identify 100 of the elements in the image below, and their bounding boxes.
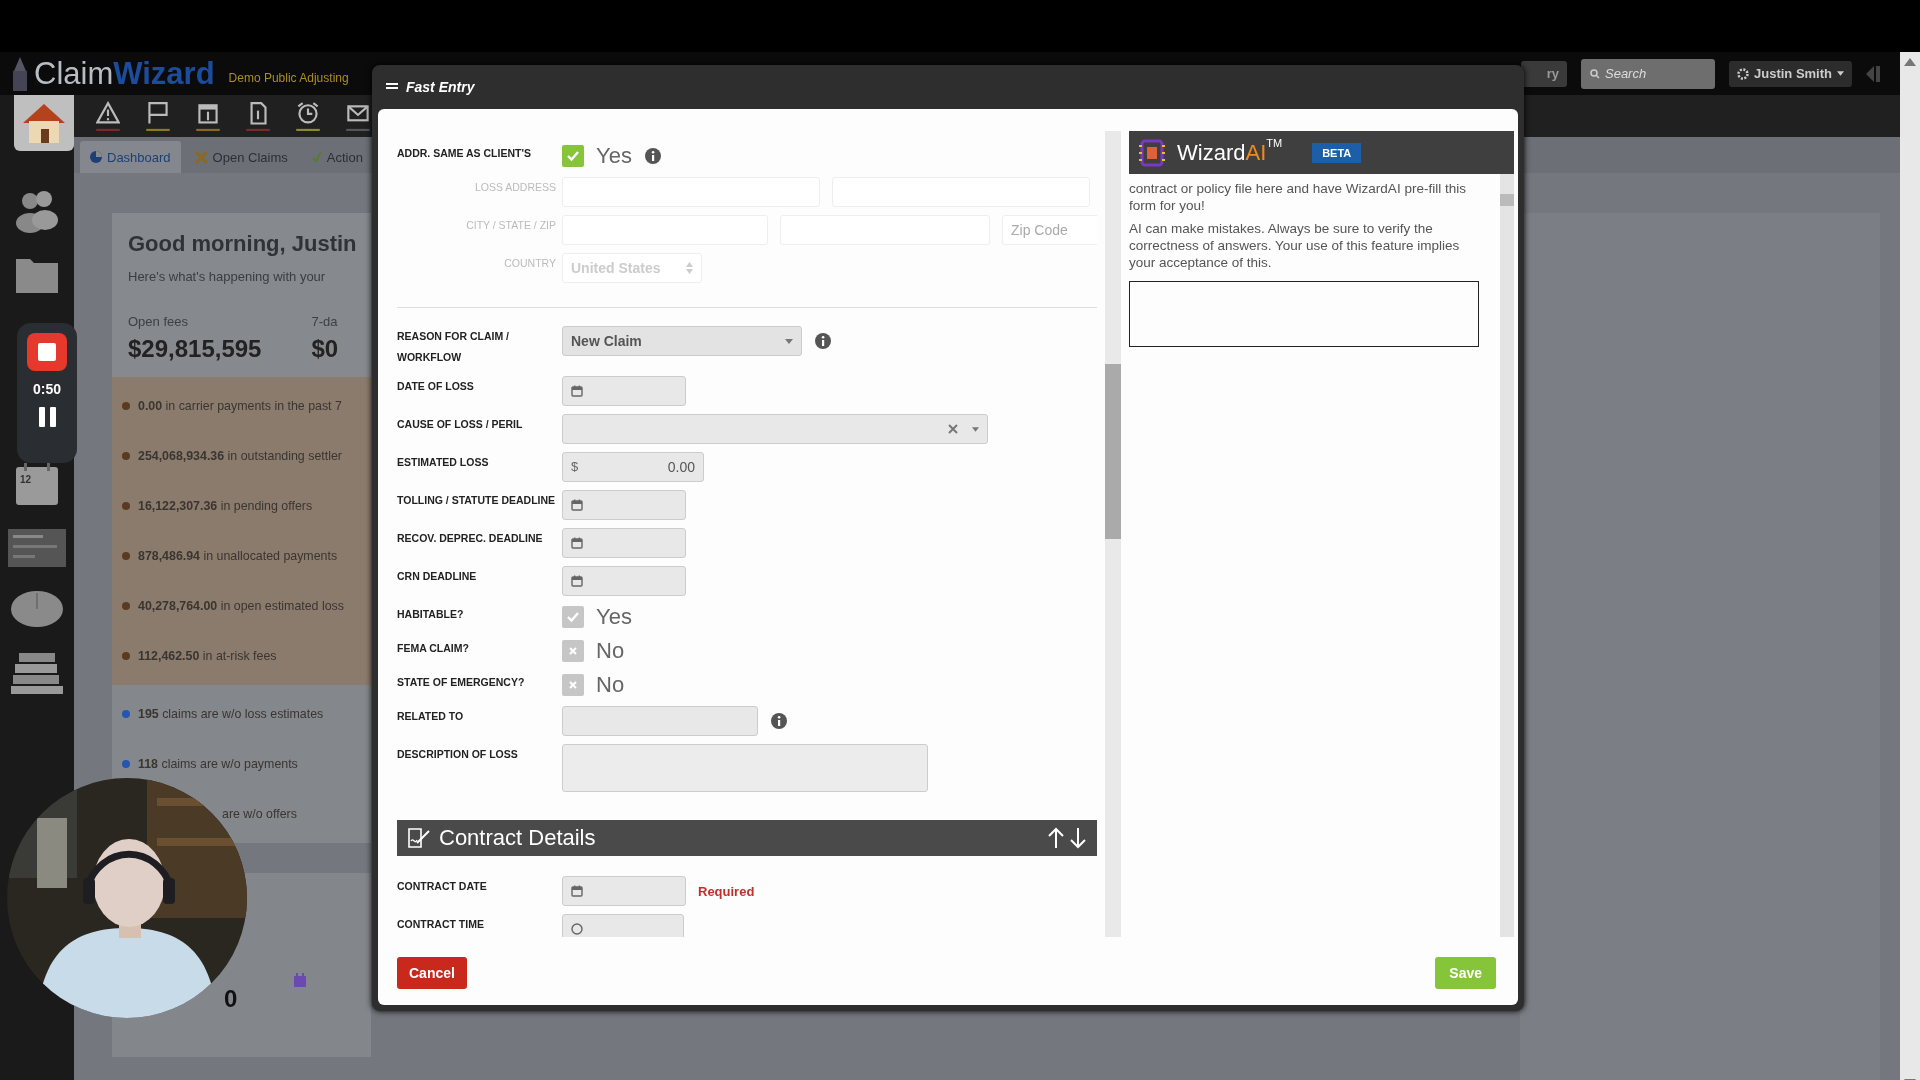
cross-icon <box>568 680 578 690</box>
search-field[interactable]: Search <box>1581 58 1715 89</box>
alert-text[interactable]: 878,486.94 in unallocated payments <box>138 549 338 563</box>
field-label: ADDR. SAME AS CLIENT'S <box>397 146 532 161</box>
alert-text[interactable]: 118 claims are w/o payments <box>138 757 298 771</box>
caret-icon <box>972 426 979 432</box>
alert-text[interactable]: 195 claims are w/o loss estimates <box>138 707 324 721</box>
gear-icon <box>1737 67 1749 80</box>
alert-text[interactable]: 16,122,307.36 in pending offers <box>138 499 313 513</box>
wizard-ai-title: WizardAI <box>1177 139 1267 166</box>
pause-button[interactable] <box>38 407 56 427</box>
warning-icon[interactable] <box>96 101 120 131</box>
company-name: Demo Public Adjusting <box>228 70 349 85</box>
reason-select[interactable]: New Claim <box>562 326 802 356</box>
calendar-icon <box>571 885 583 897</box>
field-label: TOLLING / STATUTE DEADLINE <box>397 493 557 508</box>
search-icon <box>1590 68 1600 79</box>
chip-icon <box>1139 137 1165 168</box>
calendar-icon[interactable] <box>196 101 220 131</box>
field-label: CONTRACT DATE <box>397 879 488 894</box>
tab[interactable]: Action <box>301 141 373 173</box>
alert-text[interactable]: 254,068,934.36 in outstanding settler <box>138 449 342 463</box>
checkbox[interactable] <box>562 145 584 167</box>
document-icon[interactable] <box>246 101 270 131</box>
scroll-up-icon[interactable] <box>1904 58 1916 66</box>
panel-text: AI can make mistakes. Always be sure to verify the correctness of answers. Your use of this feature implies your acceptance of this. <box>1129 220 1461 271</box>
related-to-field[interactable] <box>562 706 758 736</box>
date-field[interactable] <box>562 528 686 558</box>
checkbox-label: No <box>596 638 625 664</box>
checkbox-label: No <box>596 672 625 698</box>
calendar-icon <box>571 385 583 397</box>
tab[interactable]: Open Claims <box>184 141 298 173</box>
alert-text[interactable]: 112,462.50 in at-risk fees <box>138 649 277 663</box>
home-tile[interactable] <box>14 95 74 151</box>
info-icon[interactable] <box>814 332 832 350</box>
dialog-title: Fast Entry <box>406 79 475 95</box>
section-title: Contract Details <box>439 825 596 851</box>
flag-icon[interactable] <box>146 101 170 131</box>
panel-text: contract or policy file here and have WizardAI pre-fill this form for you! <box>1129 180 1467 214</box>
error-message: Required <box>698 883 755 899</box>
calendar-icon <box>293 973 308 987</box>
field-label: ESTIMATED LOSS <box>397 455 490 470</box>
field-label: REASON FOR CLAIM / WORKFLOW <box>397 329 510 365</box>
greeting-title: Good morning, Justin <box>128 231 358 257</box>
description-field[interactable] <box>562 744 928 792</box>
field-label: CONTRACT TIME <box>397 917 485 932</box>
alert-text[interactable]: 40,278,764.00 in open estimated loss <box>138 599 344 613</box>
books-icon[interactable] <box>9 651 65 695</box>
house-icon <box>21 101 67 145</box>
collapse-icon[interactable] <box>1866 65 1880 82</box>
caret-icon <box>1837 71 1844 76</box>
updown-icon <box>686 262 693 274</box>
field-label: HABITABLE? <box>397 607 465 622</box>
clock-icon <box>571 923 583 935</box>
stat-label: Open fees <box>128 314 189 329</box>
info-icon[interactable] <box>643 147 662 165</box>
form-scrollbar[interactable] <box>1105 131 1121 937</box>
alarm-clock-icon[interactable] <box>296 101 320 131</box>
beta-badge: BETA <box>1312 142 1362 163</box>
move-arrows-icon[interactable] <box>1047 827 1087 849</box>
clear-icon[interactable] <box>948 424 958 434</box>
menu-icon[interactable] <box>386 82 398 92</box>
checkmark-icon <box>566 150 580 162</box>
date-field[interactable] <box>562 876 686 906</box>
check-icon <box>311 151 322 163</box>
mouse-icon[interactable] <box>10 589 64 629</box>
checkmark-icon <box>566 611 580 623</box>
field-label: CITY / STATE / ZIP <box>465 218 557 233</box>
page-scrollbar[interactable] <box>1900 52 1920 1080</box>
cancel-button[interactable]: Cancel <box>397 957 467 989</box>
zip-field[interactable]: Zip Code <box>1002 215 1097 245</box>
stop-button[interactable] <box>27 333 67 371</box>
app-logo[interactable]: ClaimWizard <box>34 55 215 92</box>
caret-icon <box>785 338 793 344</box>
header-button[interactable]: ry <box>1521 60 1567 87</box>
info-icon[interactable] <box>770 712 788 730</box>
greeting-subtitle: Here's what's happening with your <box>128 269 327 284</box>
date-field[interactable] <box>562 566 686 596</box>
field-label: DATE OF LOSS <box>397 379 475 394</box>
date-field[interactable] <box>562 376 686 406</box>
checkbox-label: Yes <box>596 143 632 169</box>
recording-time: 0:50 <box>33 381 61 397</box>
signature-icon <box>407 827 431 849</box>
user-menu[interactable]: Justin Smith <box>1729 60 1852 87</box>
alert-text[interactable]: 0.00 in carrier payments in the past 7 <box>138 399 342 413</box>
save-button[interactable]: Save <box>1435 957 1496 989</box>
alert-text[interactable]: are w/o offers <box>222 807 297 821</box>
wizard-figure-icon <box>10 56 30 91</box>
calendar-icon <box>571 499 583 511</box>
tab[interactable]: Dashboard <box>80 141 181 173</box>
panel-scrollbar[interactable] <box>1500 174 1514 937</box>
time-field[interactable] <box>562 914 684 937</box>
date-field[interactable] <box>562 490 686 520</box>
field-label: CRN DEADLINE <box>397 569 478 584</box>
field-label: LOSS ADDRESS <box>473 180 557 195</box>
pie-chart-icon <box>90 151 102 163</box>
upload-dropzone[interactable] <box>1129 281 1479 347</box>
thumbnail-icon[interactable] <box>8 529 66 567</box>
calendar-icon <box>571 575 583 587</box>
stat-value: $29,815,595 <box>128 335 262 363</box>
